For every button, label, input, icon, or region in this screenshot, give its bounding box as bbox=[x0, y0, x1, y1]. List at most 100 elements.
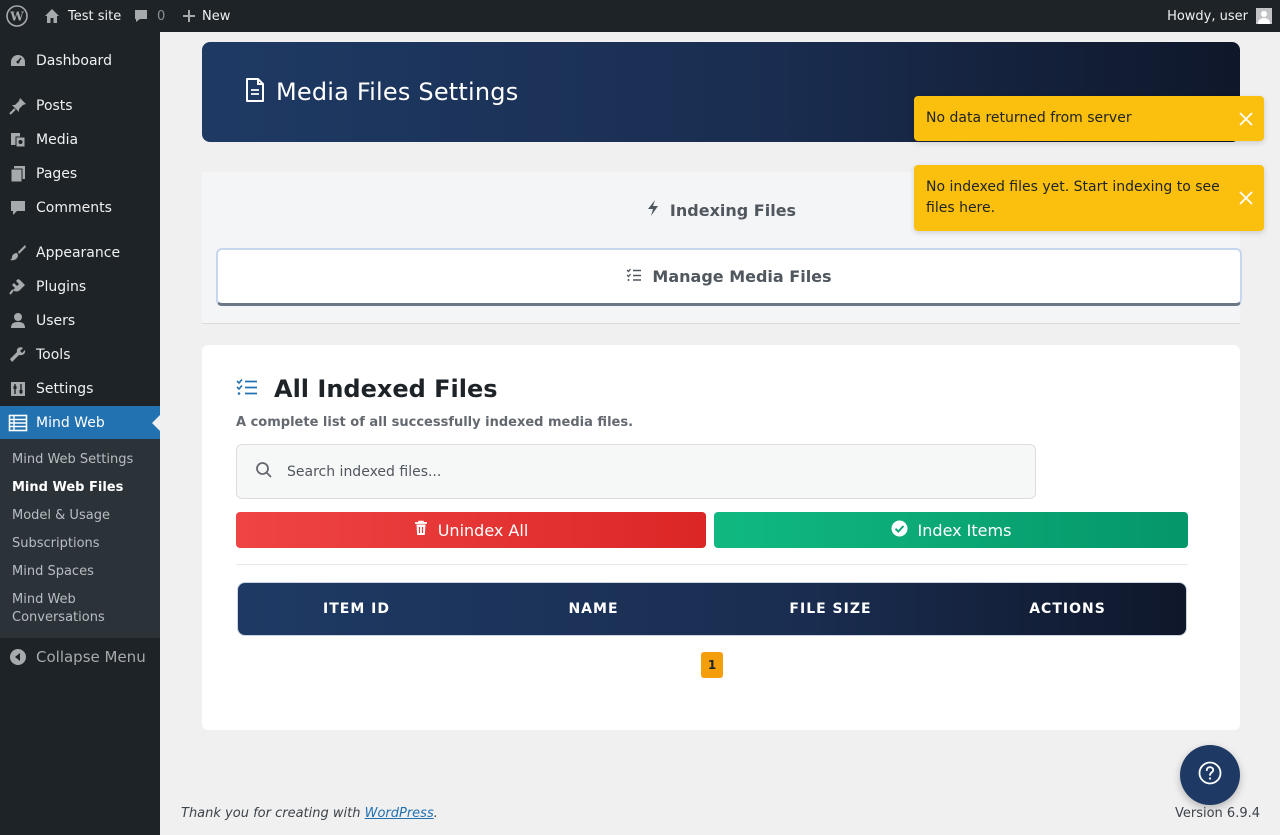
button-label: Index Items bbox=[917, 520, 1012, 540]
search-box bbox=[236, 444, 1036, 499]
wordpress-logo-icon[interactable]: W bbox=[6, 0, 28, 32]
column-header-actions: ACTIONS bbox=[1029, 601, 1106, 617]
site-name: Test site bbox=[68, 8, 122, 24]
close-icon[interactable] bbox=[1238, 190, 1254, 206]
mind-web-submenu: Mind Web Settings Mind Web Files Model &… bbox=[0, 439, 160, 638]
question-icon bbox=[1198, 761, 1222, 789]
pagination-page-1[interactable]: 1 bbox=[701, 652, 723, 678]
plus-icon bbox=[182, 9, 196, 23]
trash-icon bbox=[414, 520, 428, 540]
submenu-item-mind-web-files[interactable]: Mind Web Files bbox=[12, 479, 152, 497]
button-label: Unindex All bbox=[437, 520, 529, 540]
submenu-item-model-usage[interactable]: Model & Usage bbox=[12, 507, 152, 525]
brush-icon bbox=[0, 244, 36, 262]
account-menu[interactable]: Howdy, user bbox=[1167, 0, 1272, 32]
sidebar-item-label: Media bbox=[36, 132, 79, 148]
sidebar-item-label: Posts bbox=[36, 98, 73, 114]
settings-icon bbox=[0, 380, 36, 398]
page-title: Media Files Settings bbox=[276, 78, 519, 106]
column-header-name[interactable]: NAME bbox=[475, 601, 712, 617]
sidebar-item-label: Mind Web bbox=[36, 415, 105, 431]
collapse-menu-button[interactable]: Collapse Menu bbox=[0, 640, 160, 674]
files-table-header: ITEM ID NAME FILE SIZE ACTIONS bbox=[237, 582, 1187, 636]
card-description: A complete list of all successfully inde… bbox=[236, 415, 634, 430]
media-icon bbox=[0, 131, 36, 149]
index-items-button[interactable]: Index Items bbox=[714, 512, 1188, 548]
tab-label: Manage Media Files bbox=[652, 267, 832, 286]
sidebar-item-comments[interactable]: Comments bbox=[0, 191, 160, 225]
footer-thanks: Thank you for creating with WordPress. bbox=[181, 806, 438, 821]
sidebar-item-label: Comments bbox=[36, 200, 112, 216]
site-name-link[interactable]: Test site bbox=[44, 0, 121, 32]
comments-link[interactable]: 0 bbox=[133, 0, 165, 32]
home-icon bbox=[44, 8, 60, 24]
new-label: New bbox=[202, 8, 231, 24]
comments-count: 0 bbox=[157, 8, 166, 24]
wrench-icon bbox=[0, 346, 36, 364]
submenu-item-mind-spaces[interactable]: Mind Spaces bbox=[12, 563, 152, 581]
bolt-icon bbox=[646, 199, 660, 221]
svg-text:W: W bbox=[9, 10, 24, 24]
tab-manage-media-files[interactable]: Manage Media Files bbox=[216, 248, 1242, 306]
help-button[interactable] bbox=[1180, 745, 1240, 805]
sidebar-item-label: Settings bbox=[36, 381, 94, 397]
unindex-all-button[interactable]: Unindex All bbox=[236, 512, 706, 548]
sidebar-item-label: Appearance bbox=[36, 245, 121, 261]
dashboard-icon bbox=[0, 52, 36, 70]
footer-version: Version 6.9.4 bbox=[1174, 806, 1260, 821]
toast-message: No indexed files yet. Start indexing to … bbox=[926, 179, 1220, 216]
howdy-text: Howdy, user bbox=[1167, 8, 1248, 24]
sidebar-item-label: Pages bbox=[36, 166, 78, 182]
submenu-item-mind-web-conversations[interactable]: Mind Web Conversations bbox=[12, 591, 152, 627]
close-icon[interactable] bbox=[1238, 111, 1254, 127]
collapse-icon bbox=[0, 648, 36, 666]
toast-message: No data returned from server bbox=[926, 110, 1132, 126]
sidebar-item-label: Tools bbox=[36, 347, 71, 363]
sidebar-item-plugins[interactable]: Plugins bbox=[0, 270, 160, 304]
sidebar-item-settings[interactable]: Settings bbox=[0, 372, 160, 406]
column-header-item-id[interactable]: ITEM ID bbox=[238, 601, 475, 617]
tab-label: Indexing Files bbox=[669, 200, 797, 220]
sidebar-item-label: Plugins bbox=[36, 279, 87, 295]
comment-icon bbox=[0, 199, 36, 217]
card-title: All Indexed Files bbox=[274, 375, 498, 403]
sidebar-item-label: Dashboard bbox=[36, 53, 112, 69]
avatar bbox=[1256, 8, 1272, 24]
admin-sidebar: Dashboard Posts Media Pages Comments App… bbox=[0, 32, 160, 835]
footer-thanks-text: Thank you for creating with bbox=[181, 806, 361, 821]
search-icon bbox=[255, 461, 273, 483]
new-content-link[interactable]: New bbox=[182, 0, 230, 32]
checklist-icon bbox=[236, 378, 258, 400]
list-icon bbox=[626, 267, 642, 286]
indexed-files-card: All Indexed Files A complete list of all… bbox=[202, 345, 1240, 730]
plug-icon bbox=[0, 278, 36, 296]
sidebar-item-mind-web[interactable]: Mind Web bbox=[0, 406, 160, 440]
collapse-menu-label: Collapse Menu bbox=[36, 648, 146, 666]
toast-no-indexed-files: No indexed files yet. Start indexing to … bbox=[914, 165, 1264, 231]
search-input[interactable] bbox=[287, 463, 987, 480]
wordpress-link[interactable]: WordPress bbox=[365, 806, 434, 821]
divider bbox=[236, 564, 1188, 565]
sidebar-item-label: Users bbox=[36, 313, 76, 329]
sidebar-item-dashboard[interactable]: Dashboard bbox=[0, 44, 160, 78]
document-icon bbox=[244, 77, 266, 107]
sidebar-item-posts[interactable]: Posts bbox=[0, 89, 160, 123]
sidebar-item-appearance[interactable]: Appearance bbox=[0, 236, 160, 270]
sidebar-item-users[interactable]: Users bbox=[0, 304, 160, 338]
column-header-file-size[interactable]: FILE SIZE bbox=[712, 601, 949, 617]
sidebar-item-pages[interactable]: Pages bbox=[0, 157, 160, 191]
pin-icon bbox=[0, 97, 36, 115]
submenu-item-subscriptions[interactable]: Subscriptions bbox=[12, 535, 152, 553]
submenu-item-mind-web-settings[interactable]: Mind Web Settings bbox=[12, 451, 152, 469]
card-header: All Indexed Files bbox=[236, 375, 498, 403]
comment-icon bbox=[133, 8, 149, 24]
user-icon bbox=[0, 312, 36, 330]
toast-no-data: No data returned from server bbox=[914, 96, 1264, 141]
check-circle-icon bbox=[891, 520, 908, 541]
pages-icon bbox=[0, 165, 36, 183]
sidebar-item-tools[interactable]: Tools bbox=[0, 338, 160, 372]
sidebar-item-media[interactable]: Media bbox=[0, 123, 160, 157]
table-icon bbox=[0, 414, 36, 432]
admin-bar: W Test site 0 New Howdy, user bbox=[0, 0, 1280, 32]
footer-period: . bbox=[433, 806, 438, 821]
